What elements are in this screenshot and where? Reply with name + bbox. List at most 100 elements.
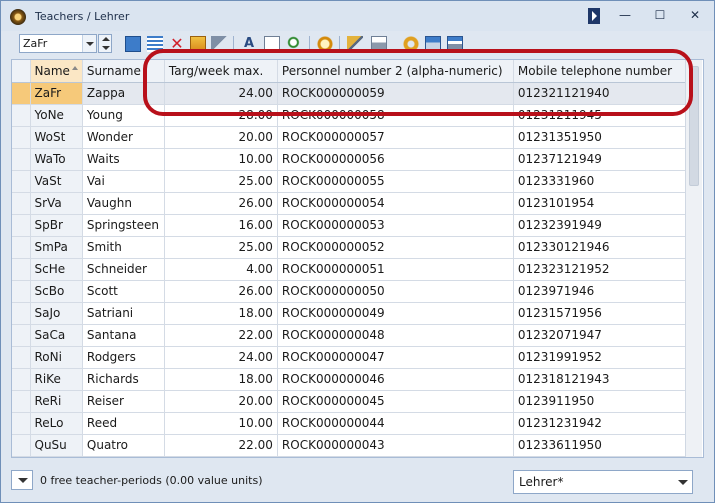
cell-personnel-number-2[interactable]: ROCK000000056 (277, 148, 514, 171)
chevron-down-icon[interactable] (678, 480, 688, 485)
row-selector[interactable] (12, 324, 31, 347)
cell-targ-week-max[interactable]: 25.00 (164, 236, 278, 259)
cell-surname[interactable]: Vaughn (82, 192, 165, 215)
cell-mobile-telephone[interactable]: 01233611950 (513, 434, 701, 457)
cell-code[interactable]: SaCa (30, 324, 83, 347)
cell-code[interactable]: SpBr (30, 214, 83, 237)
minimize-button[interactable]: — (611, 5, 639, 25)
cell-surname[interactable]: Richards (82, 368, 165, 391)
cell-personnel-number-2[interactable]: ROCK000000057 (277, 126, 514, 149)
row-selector[interactable] (12, 434, 31, 457)
row-selector[interactable] (12, 280, 31, 303)
chevron-down-icon[interactable] (82, 35, 96, 52)
cell-surname[interactable]: Springsteen (82, 214, 165, 237)
cell-targ-week-max[interactable]: 4.00 (164, 258, 278, 281)
cell-code[interactable]: ScHe (30, 258, 83, 281)
cell-mobile-telephone[interactable]: 012330121946 (513, 236, 701, 259)
cell-surname[interactable]: Quatro (82, 434, 165, 457)
cell-code[interactable]: ReRi (30, 390, 83, 413)
cell-code[interactable]: ReLo (30, 412, 83, 435)
cell-mobile-telephone[interactable]: 012323121952 (513, 258, 701, 281)
table-row[interactable]: SrVa Vaughn 26.00 ROCK000000054 0123101954 (12, 192, 701, 215)
cell-surname[interactable]: Rodgers (82, 346, 165, 369)
column-header-name[interactable]: Name (30, 60, 83, 83)
cell-targ-week-max[interactable]: 26.00 (164, 280, 278, 303)
close-button[interactable]: ✕ (681, 5, 709, 25)
table-row[interactable]: RiKe Richards 18.00 ROCK000000046 0123181219… (12, 368, 701, 391)
cell-personnel-number-2[interactable]: ROCK000000046 (277, 368, 514, 391)
cell-targ-week-max[interactable]: 10.00 (164, 148, 278, 171)
cell-mobile-telephone[interactable]: 01231231942 (513, 412, 701, 435)
cell-personnel-number-2[interactable]: ROCK000000055 (277, 170, 514, 193)
row-selector[interactable] (12, 368, 31, 391)
cell-mobile-telephone[interactable]: 012318121943 (513, 368, 701, 391)
row-selector[interactable] (12, 214, 31, 237)
cell-surname[interactable]: Wonder (82, 126, 165, 149)
cell-targ-week-max[interactable]: 20.00 (164, 126, 278, 149)
vertical-scrollbar[interactable] (685, 60, 702, 457)
cell-code[interactable]: ScBo (30, 280, 83, 303)
table-row[interactable]: WaTo Waits 10.00 ROCK000000056 01237121949 (12, 148, 701, 171)
table-row[interactable]: RoNi Rodgers 24.00 ROCK000000047 01231991952 (12, 346, 701, 369)
cell-targ-week-max[interactable]: 18.00 (164, 302, 278, 325)
cell-targ-week-max[interactable]: 25.00 (164, 170, 278, 193)
cell-mobile-telephone[interactable]: 01231571956 (513, 302, 701, 325)
cell-code[interactable]: WaTo (30, 148, 83, 171)
table-row[interactable]: WoSt Wonder 20.00 ROCK000000057 01231351950 (12, 126, 701, 149)
table-row[interactable]: ScBo Scott 26.00 ROCK000000050 0123971946 (12, 280, 701, 303)
maximize-button[interactable]: ☐ (646, 5, 674, 25)
cell-personnel-number-2[interactable]: ROCK000000047 (277, 346, 514, 369)
cell-targ-week-max[interactable]: 24.00 (164, 346, 278, 369)
play-arrow-icon[interactable] (588, 8, 600, 24)
table-row[interactable]: ReLo Reed 10.00 ROCK000000044 01231231942 (12, 412, 701, 435)
cell-mobile-telephone[interactable]: 01232391949 (513, 214, 701, 237)
table-row[interactable]: ReRi Reiser 20.00 ROCK000000045 0123911950 (12, 390, 701, 413)
row-selector[interactable] (12, 236, 31, 259)
cell-targ-week-max[interactable]: 22.00 (164, 434, 278, 457)
cell-targ-week-max[interactable]: 18.00 (164, 368, 278, 391)
row-selector[interactable] (12, 148, 31, 171)
cell-targ-week-max[interactable]: 20.00 (164, 390, 278, 413)
row-selector[interactable] (12, 126, 31, 149)
cell-code[interactable]: WoSt (30, 126, 83, 149)
cell-code[interactable]: SaJo (30, 302, 83, 325)
cell-code[interactable]: ZaFr (30, 82, 83, 105)
cell-personnel-number-2[interactable]: ROCK000000045 (277, 390, 514, 413)
row-selector[interactable] (12, 192, 31, 215)
cell-personnel-number-2[interactable]: ROCK000000051 (277, 258, 514, 281)
table-row[interactable]: SaCa Santana 22.00 ROCK000000048 01232071947 (12, 324, 701, 347)
cell-code[interactable]: SmPa (30, 236, 83, 259)
cell-mobile-telephone[interactable]: 01232071947 (513, 324, 701, 347)
cell-surname[interactable]: Santana (82, 324, 165, 347)
cell-personnel-number-2[interactable]: ROCK000000052 (277, 236, 514, 259)
cell-mobile-telephone[interactable]: 01231991952 (513, 346, 701, 369)
cell-surname[interactable]: Scott (82, 280, 165, 303)
cell-surname[interactable]: Smith (82, 236, 165, 259)
cell-code[interactable]: YoNe (30, 104, 83, 127)
cell-personnel-number-2[interactable]: ROCK000000049 (277, 302, 514, 325)
table-row[interactable]: SpBr Springsteen 16.00 ROCK000000053 0123239… (12, 214, 701, 237)
row-selector[interactable] (12, 82, 31, 105)
cell-targ-week-max[interactable]: 10.00 (164, 412, 278, 435)
cell-code[interactable]: SrVa (30, 192, 83, 215)
cell-personnel-number-2[interactable]: ROCK000000050 (277, 280, 514, 303)
cell-mobile-telephone[interactable]: 01237121949 (513, 148, 701, 171)
cell-mobile-telephone[interactable]: 0123911950 (513, 390, 701, 413)
table-row[interactable]: QuSu Quatro 22.00 ROCK000000043 01233611950 (12, 434, 701, 457)
cell-personnel-number-2[interactable]: ROCK000000044 (277, 412, 514, 435)
table-row[interactable]: ScHe Schneider 4.00 ROCK000000051 0123231219… (12, 258, 701, 281)
cell-surname[interactable]: Vai (82, 170, 165, 193)
table-row[interactable]: SaJo Satriani 18.00 ROCK000000049 0123157195… (12, 302, 701, 325)
row-selector[interactable] (12, 412, 31, 435)
row-selector[interactable] (12, 302, 31, 325)
teacher-select[interactable]: ZaFr (19, 34, 97, 53)
cell-surname[interactable]: Satriani (82, 302, 165, 325)
table-row[interactable]: VaSt Vai 25.00 ROCK000000055 0123331960 (12, 170, 701, 193)
table-row[interactable]: SmPa Smith 25.00 ROCK000000052 012330121946 (12, 236, 701, 259)
row-selector[interactable] (12, 258, 31, 281)
cell-surname[interactable]: Reiser (82, 390, 165, 413)
cell-mobile-telephone[interactable]: 01231351950 (513, 126, 701, 149)
cell-code[interactable]: VaSt (30, 170, 83, 193)
cell-targ-week-max[interactable]: 22.00 (164, 324, 278, 347)
view-selector[interactable]: Lehrer* (513, 470, 693, 494)
